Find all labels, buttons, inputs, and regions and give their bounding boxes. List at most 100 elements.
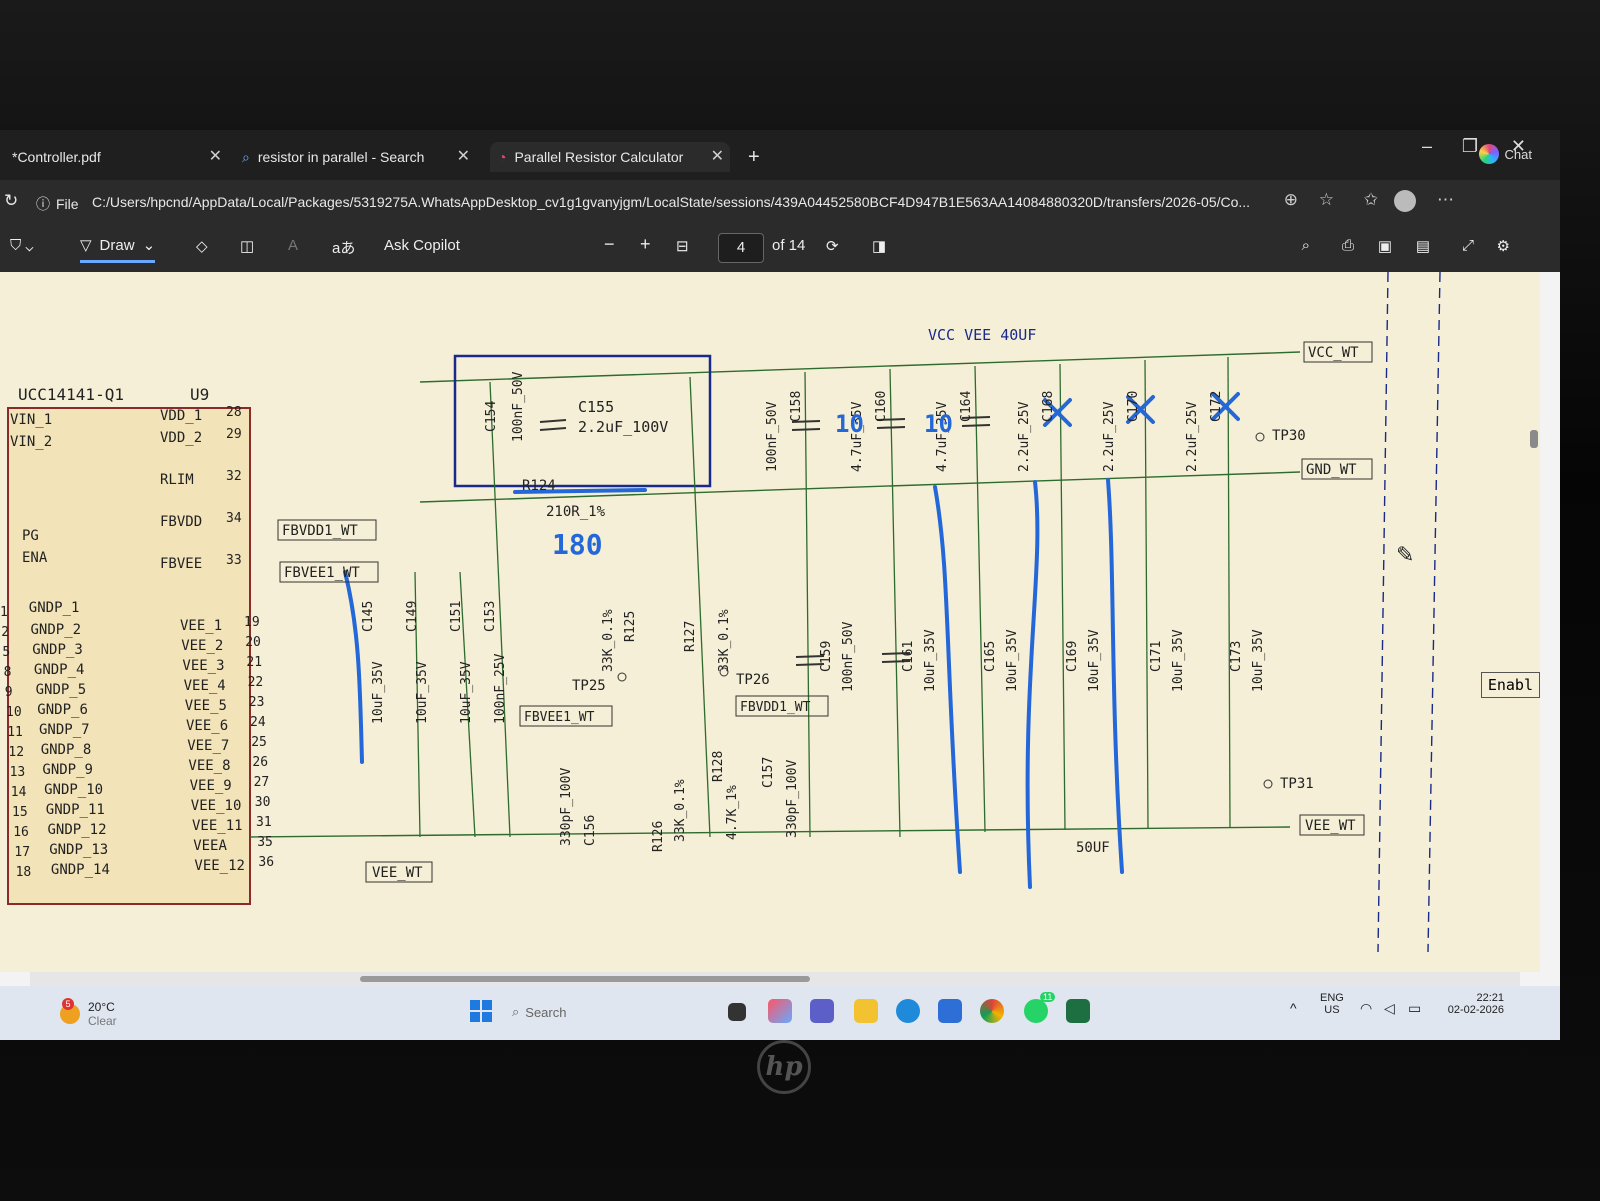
vcc-vee-note: VCC VEE 40UF	[928, 326, 1036, 344]
eraser-icon[interactable]: ◇	[196, 237, 208, 255]
page-view-icon[interactable]: ◨	[872, 237, 886, 255]
new-tab-button[interactable]: +	[748, 142, 760, 172]
print-icon[interactable]: ⎙	[1342, 237, 1354, 254]
file-explorer-icon[interactable]	[854, 999, 878, 1023]
highlight-icon[interactable]: ⛉ ⌄	[10, 237, 34, 254]
pin-label-right: VEE_11	[192, 818, 243, 834]
chevron-up-icon[interactable]: ^	[1290, 1000, 1297, 1016]
rotate-icon[interactable]: ⟳	[826, 237, 839, 255]
cap-ref: C160	[874, 391, 889, 422]
save-as-icon[interactable]: ▤	[1416, 237, 1430, 255]
pin-label-left: GNDP_2	[31, 622, 82, 638]
pin-number-left: 17	[14, 845, 30, 860]
r128-value: 4.7K_1%	[725, 785, 740, 840]
chevron-down-icon: ⌄	[142, 237, 156, 254]
zoom-icon[interactable]: ⊕	[1284, 190, 1298, 210]
tab-parallel-resistor-calculator[interactable]: ◔ Parallel Resistor Calculator ✕	[490, 142, 730, 172]
excel-icon[interactable]	[1066, 999, 1090, 1023]
pin-label-right: VDD_1	[160, 408, 202, 424]
pin-label-left: GNDP_13	[49, 842, 108, 858]
pin-number-right: 34	[226, 511, 242, 526]
whatsapp-icon[interactable]	[1024, 999, 1048, 1023]
pin-label-left: PG	[22, 528, 39, 544]
tab-label: Parallel Resistor Calculator	[514, 149, 684, 165]
cap-value: 100nF_25V	[493, 653, 508, 724]
save-icon[interactable]: ▣	[1378, 237, 1392, 255]
pin-label-right: VEE_5	[185, 698, 227, 714]
net-fbvdd1-lower: FBVDD1_WT	[740, 700, 811, 715]
pin-label-left: GNDP_8	[41, 742, 92, 758]
teams-icon[interactable]	[810, 999, 834, 1023]
net-vee-wt: VEE_WT	[372, 865, 423, 881]
calculator-favicon-icon: ◔	[498, 149, 507, 165]
r125-ref: R125	[623, 611, 638, 642]
cap-ref: C171	[1149, 641, 1164, 672]
more-icon[interactable]: ⋯	[1437, 190, 1454, 210]
c155-ref: C155	[578, 398, 614, 416]
zoom-out-button[interactable]: −	[604, 234, 615, 255]
draw-label: Draw	[99, 236, 135, 254]
page-number-input[interactable]: 4	[718, 233, 764, 263]
site-info[interactable]: ⓘ File	[36, 194, 79, 214]
pin-number-left: 12	[8, 745, 24, 760]
pin-number-right: 21	[246, 655, 262, 670]
pin-label-left: VIN_2	[10, 434, 52, 450]
time: 22:21	[1476, 992, 1504, 1004]
tab-search[interactable]: ⌕ resistor in parallel - Search ✕	[242, 142, 470, 172]
vertical-scrollbar[interactable]	[1530, 430, 1538, 448]
pin-number-left: 15	[12, 805, 28, 820]
battery-icon[interactable]: ▭	[1408, 1000, 1421, 1017]
favorites-icon[interactable]: ✩	[1364, 190, 1378, 210]
store-icon[interactable]	[938, 999, 962, 1023]
enable-button[interactable]: Enabl	[1480, 672, 1540, 698]
clock[interactable]: 22:21 02-02-2026	[1440, 992, 1504, 1016]
start-button[interactable]	[470, 1000, 492, 1022]
find-icon[interactable]: ⌕	[1302, 237, 1310, 254]
tp26-label: TP26	[736, 672, 770, 688]
search-icon: ⌕	[242, 148, 250, 165]
cap-value: 2.2uF_25V	[1102, 401, 1117, 472]
horizontal-scrollbar[interactable]	[30, 972, 1520, 986]
copilot-chat-button[interactable]: Chat	[1478, 144, 1532, 164]
taskbar-search[interactable]: ⌕ Search	[512, 1000, 692, 1024]
volume-icon[interactable]: ◁	[1384, 1000, 1395, 1017]
read-aloud-icon[interactable]: A	[288, 237, 298, 254]
close-icon[interactable]: ✕	[209, 146, 222, 166]
zoom-in-button[interactable]: +	[640, 234, 651, 255]
minimize-icon[interactable]: –	[1422, 136, 1432, 157]
weather-widget[interactable]: 5 20°C Clear	[60, 998, 117, 1028]
fit-page-icon[interactable]: ⊟	[676, 237, 689, 255]
close-icon[interactable]: ✕	[711, 146, 724, 166]
url-field[interactable]: C:/Users/hpcnd/AppData/Local/Packages/53…	[92, 194, 1292, 210]
pin-number-right: 28	[226, 405, 242, 420]
cap-value: 10uF_35V	[1171, 629, 1186, 692]
text-box-icon[interactable]: ◫	[240, 237, 254, 255]
pdf-page[interactable]: UCC14141-Q1 U9 VIN_1 VIN_2 PG ENA GNDP_1 GNDP…	[0, 271, 1540, 972]
ask-copilot-button[interactable]: Ask Copilot	[384, 237, 460, 254]
pin-label-right: FBVEE	[160, 556, 202, 572]
draw-button[interactable]: ▽ Draw ⌄	[80, 236, 156, 263]
restore-icon[interactable]: ❐	[1462, 136, 1478, 157]
copilot-app-icon[interactable]	[768, 999, 792, 1023]
pin-label-right: VEE_4	[184, 678, 226, 694]
close-icon[interactable]: ✕	[457, 146, 470, 166]
profile-avatar[interactable]	[1394, 190, 1416, 212]
refresh-icon[interactable]: ↻	[4, 191, 18, 211]
task-view-icon[interactable]	[728, 1003, 746, 1021]
pin-number-left: 14	[11, 785, 27, 800]
settings-icon[interactable]: ⚙	[1497, 237, 1510, 255]
cap-ref: C158	[789, 391, 804, 422]
star-icon[interactable]: ☆	[1319, 190, 1334, 210]
cap-value: 100nF_50V	[841, 621, 856, 692]
scroll-thumb[interactable]	[360, 976, 810, 982]
tab-controller-pdf[interactable]: *Controller.pdf ✕	[12, 142, 222, 172]
pin-label-left: GNDP_6	[37, 702, 88, 718]
pencil-icon: ✎	[1396, 543, 1414, 568]
edge-icon[interactable]	[896, 999, 920, 1023]
chrome-icon[interactable]	[980, 999, 1004, 1023]
cap-value: 10uF_35V	[923, 629, 938, 692]
fullscreen-icon[interactable]: ⤢	[1462, 237, 1474, 254]
wifi-icon[interactable]: ◠	[1360, 1000, 1372, 1017]
language-indicator[interactable]: ENG US	[1320, 992, 1344, 1016]
translate-button[interactable]: aあ	[332, 237, 355, 258]
